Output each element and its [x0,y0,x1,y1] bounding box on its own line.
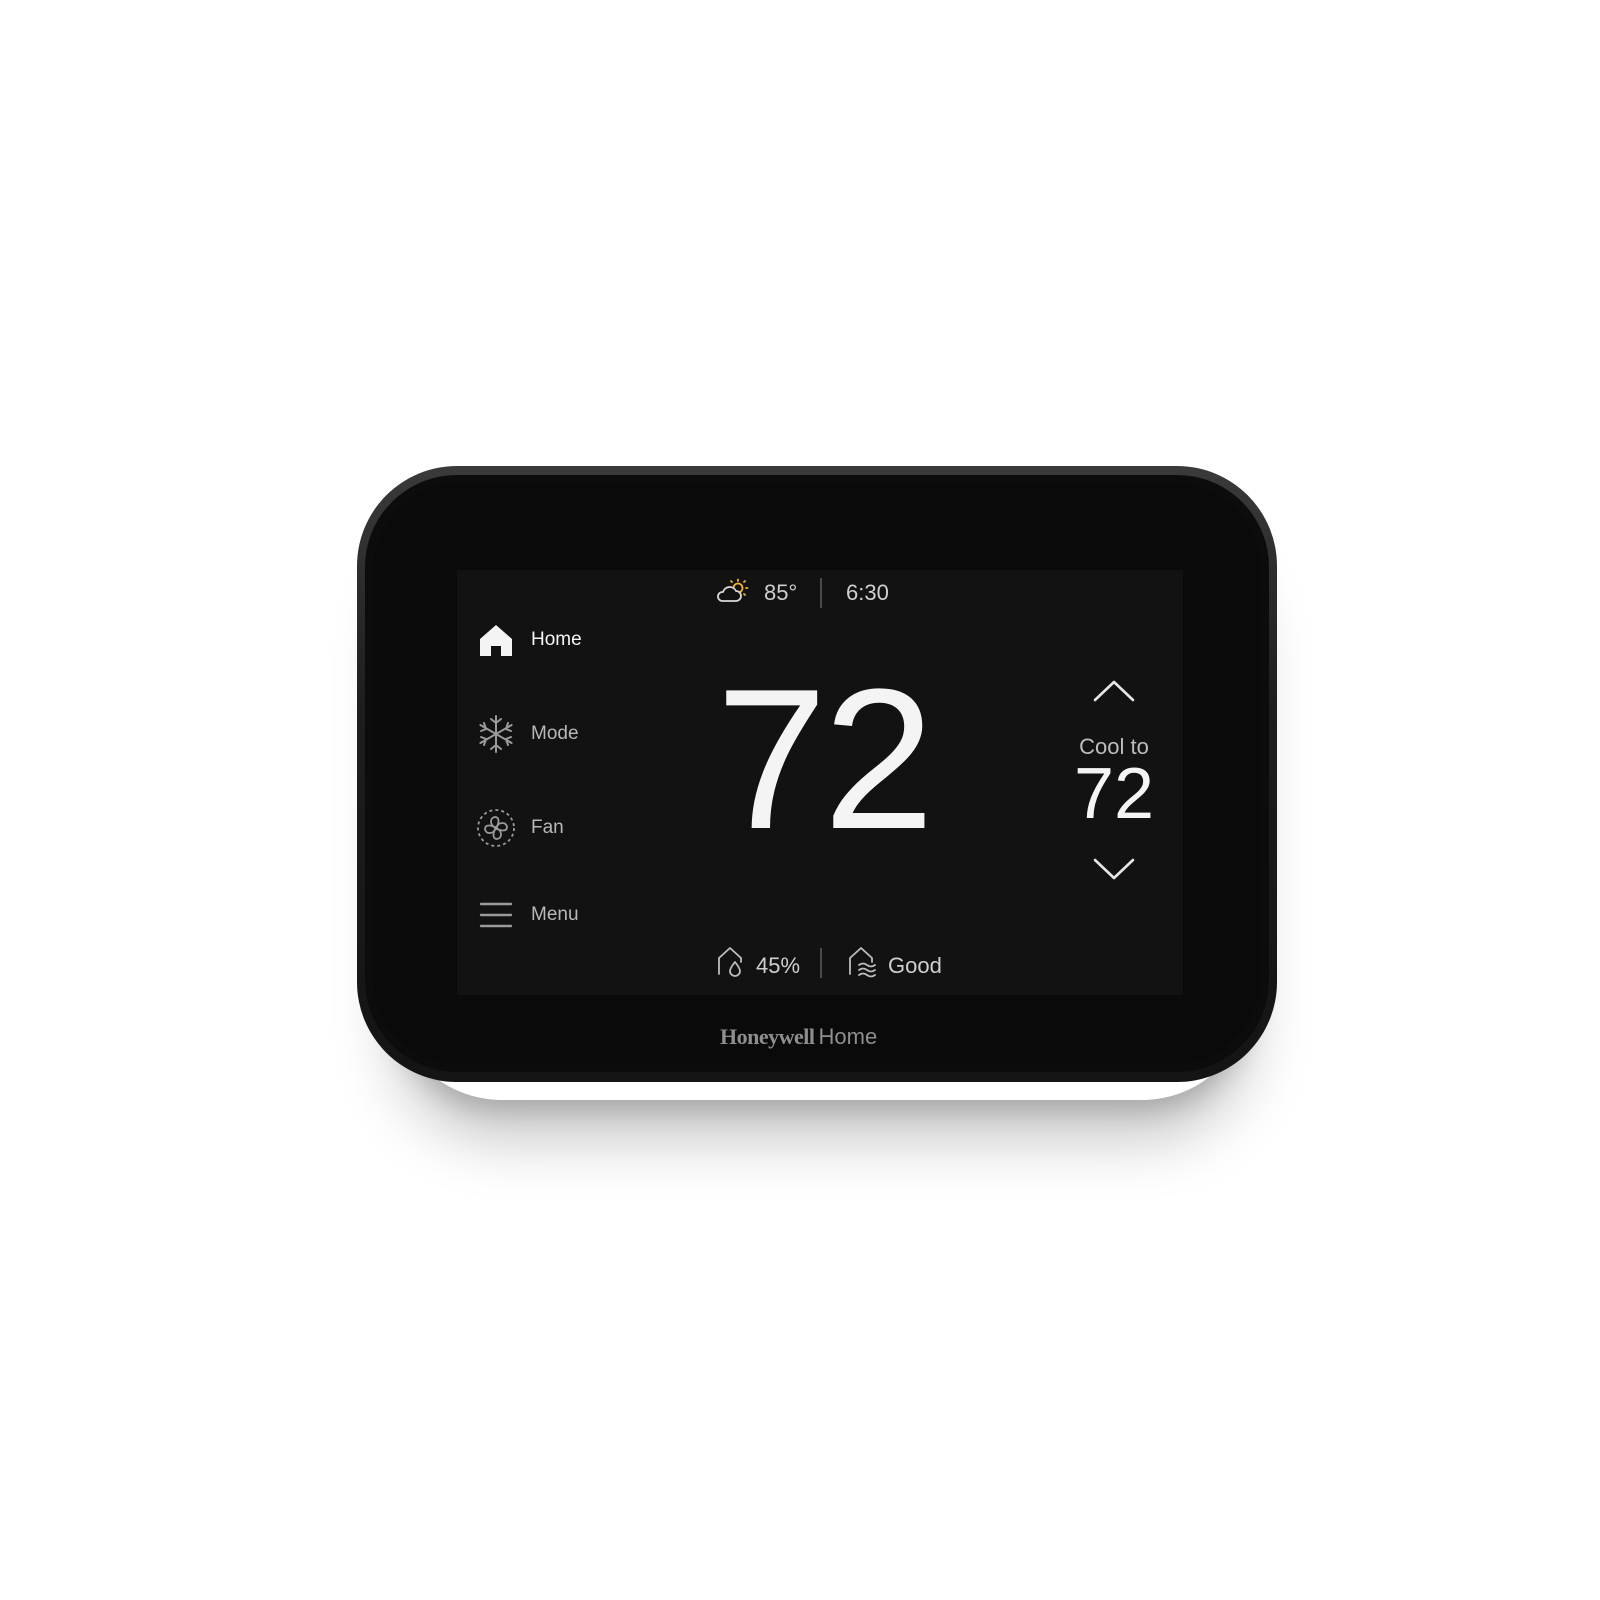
sidebar-item-fan[interactable]: Fan [476,808,564,848]
indoor-temperature: 72 [716,648,934,871]
air-quality-status: Good [888,953,942,978]
chevron-up-icon[interactable] [1092,678,1136,704]
sidebar-item-menu[interactable]: Menu [476,895,579,935]
hamburger-icon [479,902,513,928]
outdoor-temperature: 85° [764,580,798,605]
humidity-icon [718,947,742,977]
brand-suffix: Home [818,1024,878,1049]
chevron-down-icon[interactable] [1092,856,1136,882]
status-divider [820,948,822,978]
setpoint-value[interactable]: 72 [1056,758,1172,830]
indoor-humidity: 45% [756,953,801,978]
fan-icon [477,809,515,847]
brand-name: Honeywell [720,1024,815,1049]
sidebar-item-home[interactable]: Home [476,620,582,660]
home-icon [480,625,512,656]
sidebar-item-label: Menu [531,904,579,925]
sidebar-item-label: Home [531,629,582,650]
brand-logo: Honeywell Home [720,1024,920,1050]
partly-sunny-icon [717,578,749,602]
snowflake-icon [479,715,513,753]
clock-time: 6:30 [846,580,889,605]
status-divider [820,578,822,608]
sidebar-item-label: Fan [531,817,564,838]
sidebar-item-label: Mode [531,723,579,744]
product-stage: 85° 6:30 Home Mode Fan Menu 72 Cool to 7… [0,0,1600,1600]
air-quality-icon [849,947,876,978]
sidebar-item-mode[interactable]: Mode [476,714,579,754]
